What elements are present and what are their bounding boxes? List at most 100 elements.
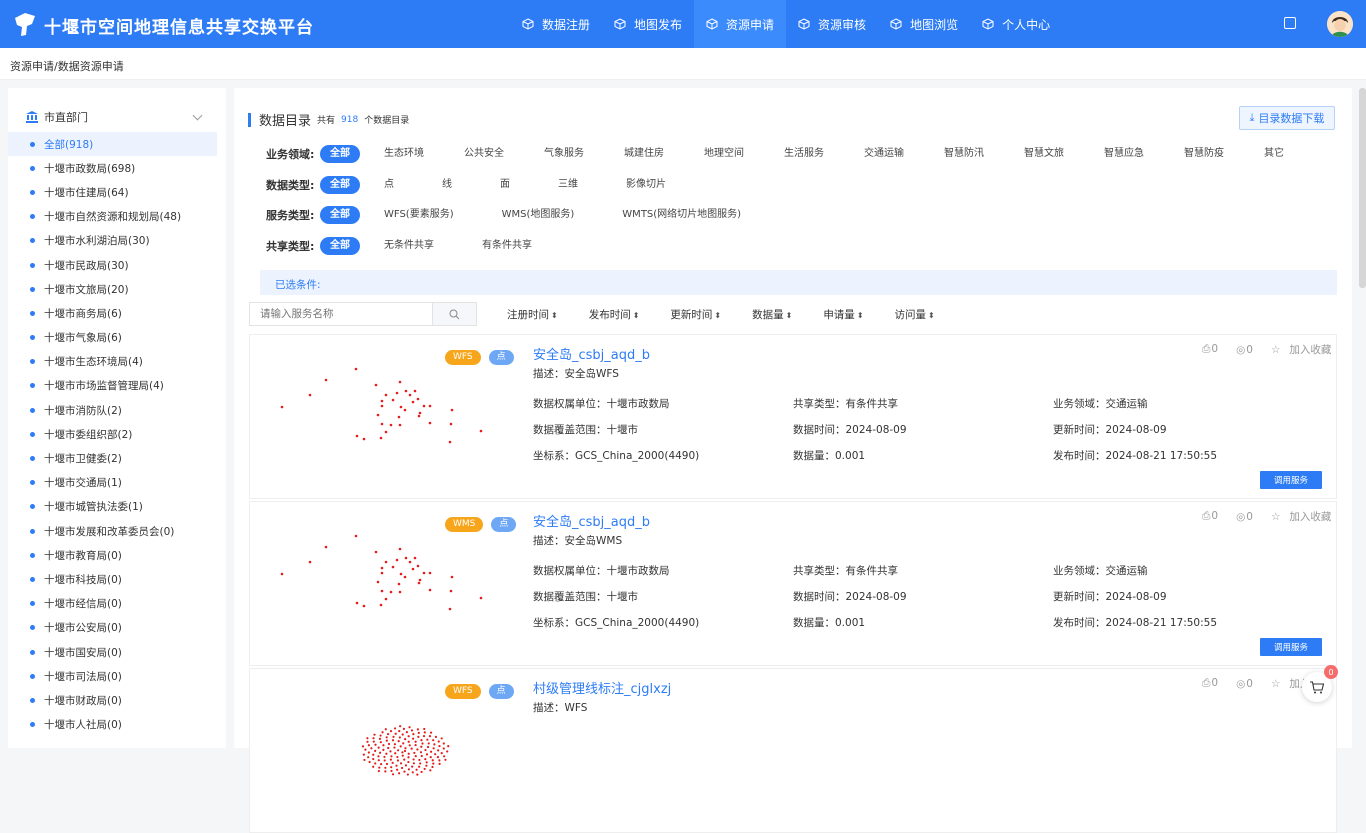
sidebar-item-25[interactable]: 十堰市人社局(0)	[8, 713, 217, 737]
search-input[interactable]	[250, 303, 432, 325]
sidebar-item-2[interactable]: 十堰市政数局(698)	[8, 156, 217, 180]
filter-option[interactable]: 三维	[548, 176, 588, 194]
sidebar-item-label: 十堰市卫健委(2)	[44, 453, 122, 466]
map-point	[434, 735, 438, 738]
map-point	[379, 436, 383, 440]
filter-option[interactable]: WFS(要素服务)	[374, 206, 464, 224]
sidebar-item-9[interactable]: 十堰市气象局(6)	[8, 326, 217, 350]
filter-option[interactable]: 点	[374, 176, 404, 194]
service-name[interactable]: 村级管理线标注_cjglxzj	[533, 678, 671, 697]
favorite-button[interactable]: ☆ 加入收藏	[1271, 342, 1340, 357]
filter-option[interactable]: 生活服务	[774, 145, 834, 163]
map-point	[364, 748, 367, 751]
filter-option[interactable]: 全部	[320, 176, 360, 194]
sidebar-item-12[interactable]: 十堰市消防队(2)	[8, 398, 217, 422]
bullet-icon	[30, 262, 35, 268]
filter-option[interactable]: 无条件共享	[374, 237, 444, 255]
call-service-button[interactable]: 调用服务	[1260, 471, 1322, 489]
filter-option[interactable]: 交通运输	[854, 145, 914, 163]
call-service-button[interactable]: 调用服务	[1260, 638, 1322, 656]
filter-option[interactable]: 智慧防疫	[1174, 145, 1234, 163]
filter-option[interactable]: 全部	[320, 206, 360, 224]
sidebar-item-5[interactable]: 十堰市水利湖泊局(30)	[8, 229, 217, 253]
map-point	[434, 753, 437, 756]
sidebar-item-13[interactable]: 十堰市委组织部(2)	[8, 422, 217, 446]
catalog-title: 数据目录	[259, 114, 312, 129]
service-volume: 数据量：0.001	[793, 617, 866, 629]
sort-option[interactable]: 发布时间 ⬍	[589, 307, 640, 322]
cart-button[interactable]: 0	[1302, 665, 1338, 702]
sidebar-item-6[interactable]: 十堰市民政局(30)	[8, 253, 217, 277]
sidebar-item-14[interactable]: 十堰市卫健委(2)	[8, 446, 217, 470]
map-point	[442, 747, 445, 750]
sidebar-header[interactable]: 市直部门	[8, 102, 226, 132]
sort-option[interactable]: 更新时间 ⬍	[670, 307, 721, 322]
filter-option[interactable]: WMS(地图服务)	[492, 206, 585, 224]
nav-item-4[interactable]: 资源审核	[786, 0, 878, 48]
filter-option[interactable]: 地理空间	[694, 145, 754, 163]
sidebar-item-16[interactable]: 十堰市城管执法委(1)	[8, 495, 217, 519]
sidebar-item-17[interactable]: 十堰市发展和改革委员会(0)	[8, 519, 217, 543]
map-point	[355, 434, 359, 438]
filter-option[interactable]: 影像切片	[616, 176, 676, 194]
sidebar-item-23[interactable]: 十堰市司法局(0)	[8, 664, 217, 688]
filter-option[interactable]: 全部	[320, 145, 360, 163]
filter-option[interactable]: 智慧防汛	[934, 145, 994, 163]
favorite-label: 加入收藏	[1289, 511, 1332, 523]
fullscreen-icon[interactable]	[1284, 17, 1296, 29]
sidebar-item-20[interactable]: 十堰市经信局(0)	[8, 592, 217, 616]
filter-option[interactable]: 公共安全	[454, 145, 514, 163]
filter-option[interactable]: 生态环境	[374, 145, 434, 163]
map-point	[391, 773, 395, 776]
page-scrollbar[interactable]	[1359, 88, 1366, 288]
sidebar-item-8[interactable]: 十堰市商务局(6)	[8, 301, 217, 325]
filter-option[interactable]: 智慧应急	[1094, 145, 1154, 163]
service-name[interactable]: 安全岛_csbj_aqd_b	[533, 511, 650, 530]
sidebar-item-11[interactable]: 十堰市市场监督管理局(4)	[8, 374, 217, 398]
map-point	[416, 564, 420, 568]
sort-option[interactable]: 注册时间 ⬍	[507, 307, 558, 322]
sidebar-item-22[interactable]: 十堰市国安局(0)	[8, 640, 217, 664]
sidebar-item-3[interactable]: 十堰市住建局(64)	[8, 180, 217, 204]
filter-option[interactable]: 其它	[1254, 145, 1294, 163]
sidebar-item-4[interactable]: 十堰市自然资源和规划局(48)	[8, 205, 217, 229]
chevron-down-icon[interactable]	[192, 110, 203, 121]
bullet-icon	[30, 528, 35, 534]
map-point	[394, 732, 397, 735]
map-point	[384, 770, 387, 773]
map-point	[370, 747, 373, 750]
nav-item-3[interactable]: 资源申请	[694, 0, 787, 48]
sidebar-item-24[interactable]: 十堰市财政局(0)	[8, 688, 217, 712]
download-catalog-button[interactable]: ⤓ 目录数据下载	[1239, 106, 1335, 130]
filter-option[interactable]: WMTS(网络切片地图服务)	[612, 206, 751, 224]
nav-item-1[interactable]: 数据注册	[510, 0, 602, 48]
sidebar-item-19[interactable]: 十堰市科技局(0)	[8, 567, 217, 591]
sidebar-item-10[interactable]: 十堰市生态环境局(4)	[8, 350, 217, 374]
sidebar-item-7[interactable]: 十堰市文旅局(20)	[8, 277, 217, 301]
service-name[interactable]: 安全岛_csbj_aqd_b	[533, 344, 650, 363]
filter-option[interactable]: 全部	[320, 237, 360, 255]
filter-option[interactable]: 线	[432, 176, 462, 194]
map-point	[408, 393, 412, 397]
sort-option[interactable]: 访问量 ⬍	[895, 307, 935, 322]
filter-option[interactable]: 智慧文旅	[1014, 145, 1074, 163]
nav-item-5[interactable]: 地图浏览	[878, 0, 970, 48]
sidebar-item-15[interactable]: 十堰市交通局(1)	[8, 471, 217, 495]
sort-option[interactable]: 数据量 ⬍	[752, 307, 792, 322]
sidebar-item-18[interactable]: 十堰市教育局(0)	[8, 543, 217, 567]
nav-item-6[interactable]: 个人中心	[970, 0, 1062, 48]
filter-option[interactable]: 面	[490, 176, 520, 194]
filter-option[interactable]: 城建住房	[614, 145, 674, 163]
filter-option[interactable]: 气象服务	[534, 145, 594, 163]
filter-option[interactable]: 有条件共享	[472, 237, 542, 255]
sort-label: 注册时间	[507, 309, 549, 321]
sidebar-item-21[interactable]: 十堰市公安局(0)	[8, 616, 217, 640]
sidebar-item-1[interactable]: 全部(918)	[8, 132, 217, 157]
search-button[interactable]	[432, 303, 476, 325]
user-avatar[interactable]	[1327, 11, 1353, 37]
map-point	[428, 588, 432, 592]
nav-item-2[interactable]: 地图发布	[602, 0, 694, 48]
sort-option[interactable]: 申请量 ⬍	[823, 307, 863, 322]
sort-bar: 注册时间 ⬍ 发布时间 ⬍ 更新时间 ⬍ 数据量 ⬍ 申请量 ⬍ 访问量 ⬍	[507, 307, 966, 322]
favorite-button[interactable]: ☆ 加入收藏	[1271, 509, 1340, 524]
